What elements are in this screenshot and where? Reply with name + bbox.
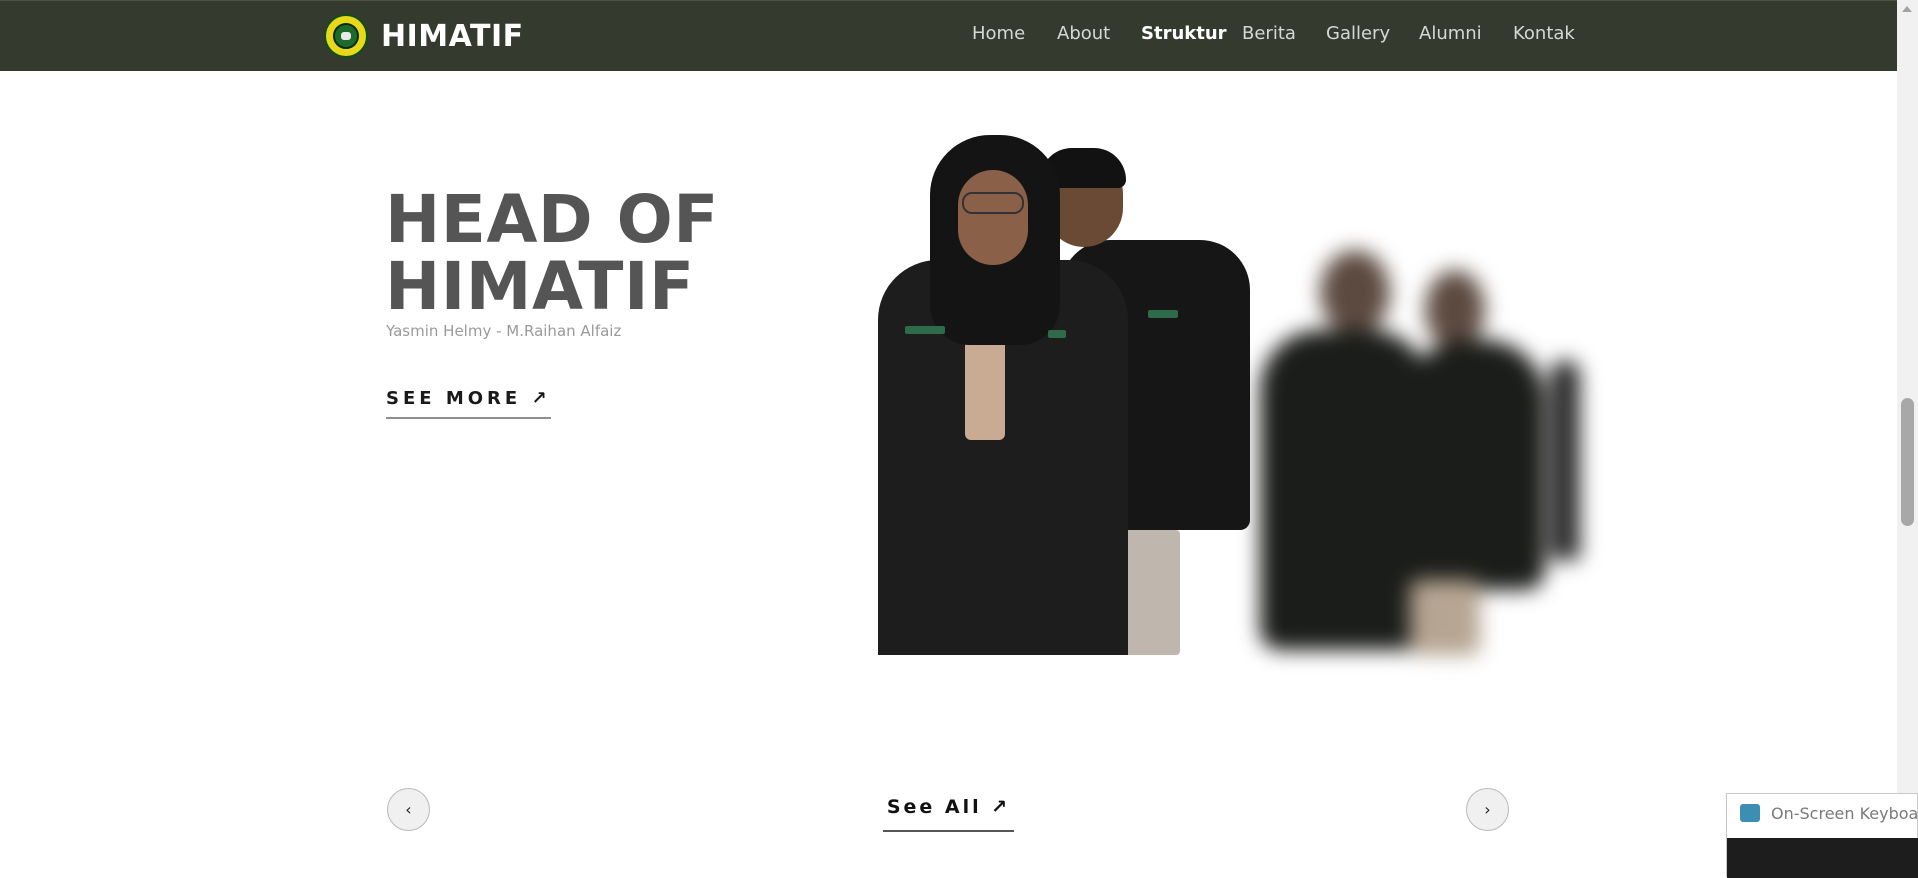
himatif-logo-icon — [324, 14, 368, 58]
navbar: HIMATIF Home About Struktur Berita Galle… — [0, 0, 1897, 71]
hero-photo — [870, 130, 1580, 655]
see-all-link[interactable]: See All ↗ — [883, 796, 1014, 832]
chevron-right-icon: › — [1484, 800, 1491, 819]
nav-struktur[interactable]: Struktur — [1141, 23, 1227, 44]
prev-button[interactable]: ‹ — [387, 788, 430, 831]
see-more-link[interactable]: SEE MORE ↗ — [386, 388, 551, 419]
osk-title: On-Screen Keyboard — [1771, 804, 1918, 823]
hero-title: HEAD OF HIMATIF — [385, 181, 719, 325]
chevron-left-icon: ‹ — [405, 800, 412, 819]
brand[interactable]: HIMATIF — [324, 14, 524, 58]
hero-subtitle: Yasmin Helmy - M.Raihan Alfaiz — [386, 322, 622, 340]
brand-title[interactable]: HIMATIF — [381, 19, 524, 54]
nav-alumni[interactable]: Alumni — [1419, 23, 1482, 44]
scroll-thumb[interactable] — [1901, 398, 1914, 526]
blurred-background-people — [1230, 250, 1580, 660]
nav-kontak[interactable]: Kontak — [1513, 23, 1575, 44]
osk-keys-area[interactable] — [1727, 838, 1918, 878]
glasses-icon — [962, 192, 1024, 214]
logo-robot-icon — [341, 32, 351, 40]
logo-emblem — [333, 23, 359, 49]
page-scrollbar[interactable] — [1897, 0, 1918, 877]
nav-about[interactable]: About — [1057, 23, 1110, 44]
scroll-up-arrow-icon[interactable] — [1902, 6, 1912, 12]
nav-berita[interactable]: Berita — [1242, 23, 1296, 44]
keyboard-icon — [1740, 804, 1760, 822]
on-screen-keyboard-window[interactable]: On-Screen Keyboard — [1726, 793, 1918, 878]
next-button[interactable]: › — [1466, 788, 1509, 831]
nav-home[interactable]: Home — [972, 23, 1025, 44]
nav-gallery[interactable]: Gallery — [1326, 23, 1390, 44]
